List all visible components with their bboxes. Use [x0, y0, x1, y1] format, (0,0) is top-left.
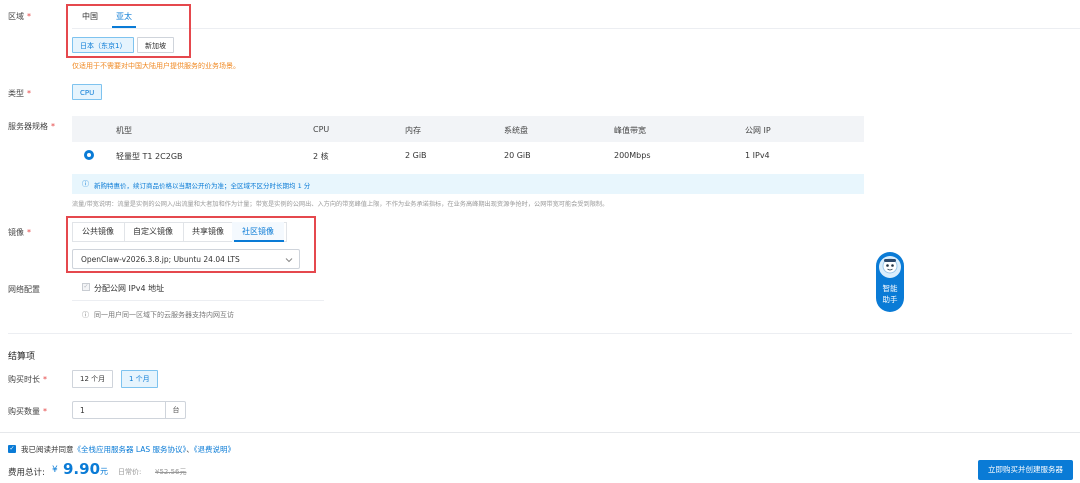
- ipv4-checkbox[interactable]: ✓: [82, 283, 90, 291]
- traffic-note: 流量/带宽说明：流量是实例的公网入/出流量和大者加和作为计量；带宽是实例的公网出…: [72, 201, 609, 208]
- region-label: 区域 *: [8, 12, 31, 21]
- col-memory: 内存: [405, 126, 421, 135]
- tab-community-image[interactable]: 社区镜像: [232, 222, 284, 242]
- price-notice: ⓘ 新购特惠价，续订商品价格以当期公开价为准；全区域不区分时长期均 1 分: [72, 174, 864, 194]
- tab-shared-image[interactable]: 共享镜像: [182, 222, 235, 242]
- city-tokyo[interactable]: 日本（东京1）: [72, 37, 135, 53]
- ipv4-checkbox-label: 分配公网 IPv4 地址: [94, 284, 165, 293]
- total-label: 费用总计:: [8, 468, 45, 478]
- type-cpu[interactable]: CPU: [72, 84, 103, 100]
- agree-checkbox[interactable]: ✓: [8, 445, 16, 453]
- las-agreement-link[interactable]: 《全栈应用服务器 LAS 服务协议》: [74, 445, 187, 454]
- image-select-value: OpenClaw-v2026.3.8.jp; Ubuntu 24.04 LTS: [81, 255, 240, 264]
- tab-custom-image[interactable]: 自定义镜像: [123, 222, 184, 242]
- ai-assistant-button[interactable]: 智能 助手: [876, 252, 904, 312]
- duration-12-months[interactable]: 12 个月: [72, 370, 114, 388]
- cell-memory: 2 GiB: [405, 151, 427, 160]
- chevron-down-icon: [285, 258, 293, 263]
- quantity-label: 购买数量 *: [8, 407, 47, 416]
- type-label: 类型 *: [8, 89, 31, 98]
- buy-and-create-button[interactable]: 立即购买并创建服务器: [978, 460, 1073, 480]
- billing-section-title: 结算项: [8, 352, 36, 362]
- quantity-stepper[interactable]: 1 台: [72, 401, 186, 419]
- col-cpu: CPU: [313, 125, 330, 134]
- image-label: 镜像 *: [8, 228, 31, 237]
- tab-asia-pacific[interactable]: 亚太: [116, 11, 132, 22]
- tab-public-image[interactable]: 公共镜像: [72, 222, 125, 242]
- total-price: 9.90: [63, 460, 101, 478]
- quantity-unit: 台: [165, 402, 186, 418]
- info-icon-network: ⓘ: [82, 311, 89, 319]
- network-note: 同一用户同一区域下的云服务器支持内网互访: [94, 311, 234, 319]
- image-select[interactable]: OpenClaw-v2026.3.8.jp; Ubuntu 24.04 LTS: [72, 249, 300, 269]
- agreement-text: 我已阅读并同意《全栈应用服务器 LAS 服务协议》、《退费说明》: [21, 444, 235, 455]
- footer-divider: [0, 432, 1080, 433]
- spec-radio[interactable]: [84, 150, 94, 160]
- info-icon: ⓘ: [82, 180, 89, 188]
- duration-label: 购买时长 *: [8, 375, 47, 384]
- agree-separator: 、: [186, 445, 194, 454]
- active-image-tab-indicator: [234, 240, 284, 242]
- cell-bandwidth: 200Mbps: [614, 151, 651, 160]
- refund-policy-link[interactable]: 《退费说明》: [194, 445, 235, 454]
- currency-symbol: ¥: [52, 465, 58, 475]
- col-model: 机型: [116, 126, 132, 135]
- city-singapore[interactable]: 新加坡: [137, 37, 174, 53]
- tab-china[interactable]: 中国: [82, 11, 98, 22]
- price-notice-text: 新购特惠价，续订商品价格以当期公开价为准；全区域不区分时长期均 1 分: [94, 182, 311, 190]
- divider: [72, 28, 1080, 29]
- assistant-label-2: 助手: [882, 295, 898, 304]
- region-hint: 仅适用于不需要对中国大陆用户提供服务的业务场景。: [72, 62, 240, 70]
- col-bandwidth: 峰值带宽: [614, 126, 646, 135]
- section-divider: [8, 333, 1072, 334]
- spec-label: 服务器规格 *: [8, 122, 55, 131]
- cell-public-ip: 1 IPv4: [745, 151, 770, 160]
- cell-cpu: 2 核: [313, 152, 329, 161]
- cell-disk: 20 GiB: [504, 151, 531, 160]
- original-price-label: 日常价:: [118, 468, 142, 476]
- network-divider: [72, 300, 324, 301]
- cell-model: 轻量型 T1 2C2GB: [116, 152, 183, 161]
- assistant-label-1: 智能: [882, 284, 898, 293]
- quantity-value: 1: [80, 406, 85, 415]
- robot-avatar-icon: [879, 256, 901, 278]
- col-public-ip: 公网 IP: [745, 126, 771, 135]
- price-unit: 元: [100, 467, 108, 476]
- agree-prefix: 我已阅读并同意: [21, 445, 74, 454]
- duration-1-month[interactable]: 1 个月: [121, 370, 158, 388]
- original-price: ¥52.56元: [155, 468, 187, 476]
- network-label: 网络配置: [8, 285, 40, 294]
- col-disk: 系统盘: [504, 126, 528, 135]
